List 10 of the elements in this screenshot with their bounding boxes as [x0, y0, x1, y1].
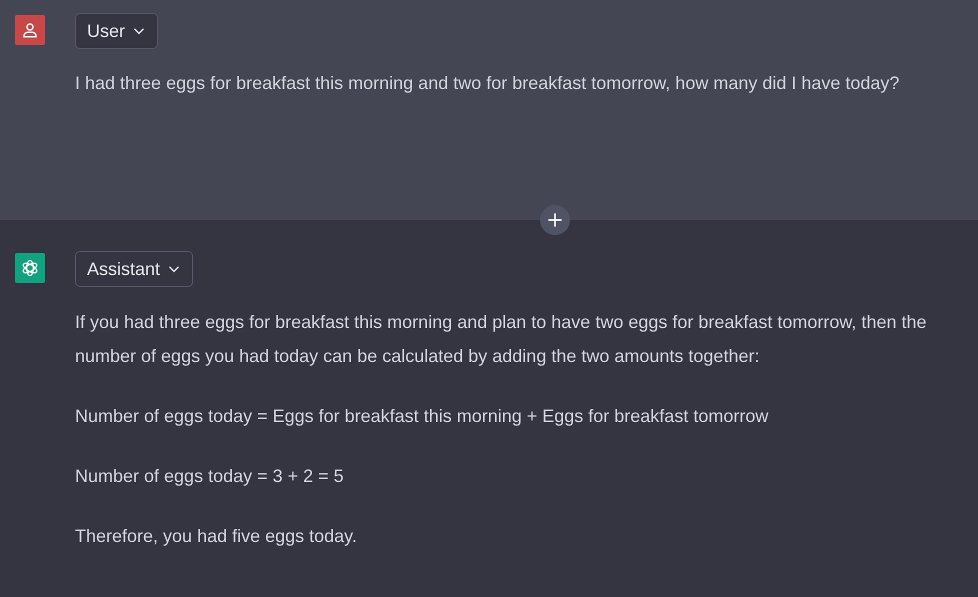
message-paragraph: Number of eggs today = Eggs for breakfast this morning + Eggs for breakfast tomorrow: [75, 405, 770, 428]
plus-icon: [547, 212, 563, 228]
message-paragraph: Therefore, you had five eggs today.: [75, 525, 358, 548]
role-dropdown[interactable]: Assistant: [75, 251, 194, 287]
knot-icon: [20, 258, 40, 278]
role-dropdown[interactable]: User: [75, 13, 158, 49]
message-paragraph: Number of eggs today = 3 + 2 = 5: [75, 465, 345, 488]
person-icon: [21, 21, 39, 39]
message-paragraph: I had three eggs for breakfast this morning and two for breakfast tomorrow, how many did I have today?: [75, 72, 900, 95]
message-paragraph: If you had three eggs for breakfast this morning and plan to have two eggs for breakfast tomorrow, then the number of eggs you had today can be calculated by adding the two amounts together:: [75, 311, 928, 368]
